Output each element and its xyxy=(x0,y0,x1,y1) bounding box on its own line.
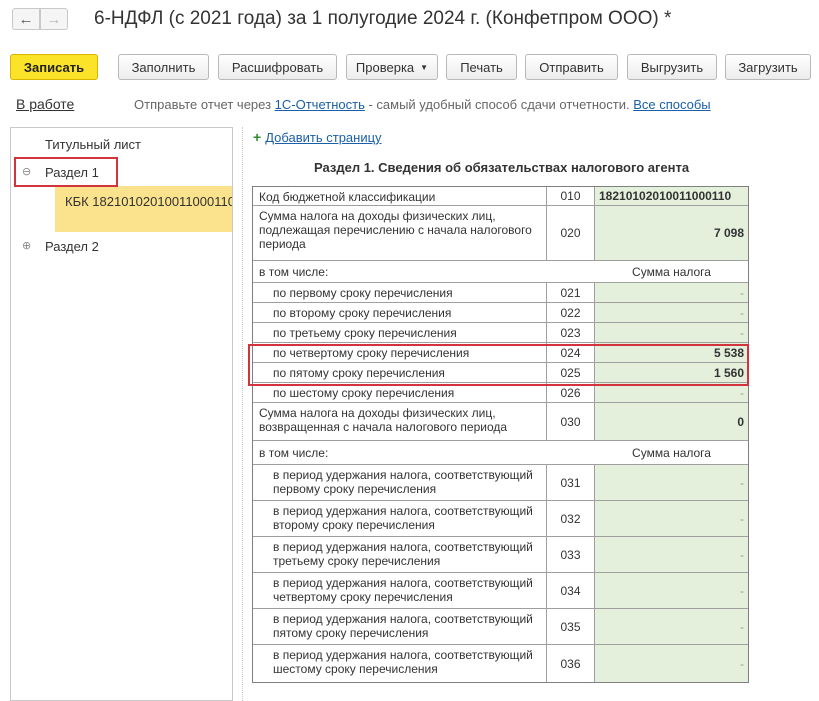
table-subheader-row: в том числе: Сумма налога xyxy=(253,261,748,283)
table-row: по второму сроку перечисления 022 - xyxy=(253,303,748,323)
toolbar: Записать Заполнить Расшифровать Проверка… xyxy=(0,54,819,80)
value-field[interactable]: - xyxy=(595,537,748,572)
row-code: 031 xyxy=(547,465,595,500)
table-row: по шестому сроку перечисления 026 - xyxy=(253,383,748,403)
expand-icon[interactable]: ⊕ xyxy=(22,239,31,252)
tree-item-kbk[interactable]: КБК 18210102010011000110 xyxy=(55,186,232,232)
value-field[interactable]: - xyxy=(595,501,748,536)
row-code: 032 xyxy=(547,501,595,536)
row-label: в том числе: xyxy=(259,446,329,460)
row-code: 033 xyxy=(547,537,595,572)
window-title: 6-НДФЛ (с 2021 года) за 1 полугодие 2024… xyxy=(94,8,672,29)
send-button[interactable]: Отправить xyxy=(525,54,618,80)
check-dropdown-button[interactable]: Проверка ▼ xyxy=(346,54,438,80)
obligations-table: Код бюджетной классификации 010 18210102… xyxy=(252,186,749,683)
decode-button[interactable]: Расшифровать xyxy=(218,54,337,80)
table-row: в период удержания налога, соответствующ… xyxy=(253,501,748,537)
row-label: в период удержания налога, соответствующ… xyxy=(253,645,547,682)
row-code: 010 xyxy=(547,187,595,205)
value-field[interactable]: - xyxy=(595,465,748,500)
export-button[interactable]: Выгрузить xyxy=(627,54,717,80)
row-code: 021 xyxy=(547,283,595,302)
check-button-label: Проверка xyxy=(355,59,415,75)
row-code: 030 xyxy=(547,403,595,440)
table-row: в период удержания налога, соответствующ… xyxy=(253,573,748,609)
row-code: 020 xyxy=(547,206,595,260)
value-column-header: Сумма налога xyxy=(547,261,748,282)
table-row: в период удержания налога, соответствующ… xyxy=(253,465,748,501)
value-field[interactable]: - xyxy=(595,609,748,644)
table-subheader-row: в том числе: Сумма налога xyxy=(253,441,748,465)
save-button[interactable]: Записать xyxy=(10,54,98,80)
table-row: в период удержания налога, соответствующ… xyxy=(253,645,748,682)
tree-item-label: КБК 18210102010011000110 xyxy=(65,194,232,209)
title-bar: ← → 6-НДФЛ (с 2021 года) за 1 полугодие … xyxy=(0,0,819,40)
add-page-label: Добавить страницу xyxy=(265,130,382,145)
row-label: в период удержания налога, соответствующ… xyxy=(253,537,547,572)
table-row: в период удержания налога, соответствующ… xyxy=(253,537,748,573)
report-form: + Добавить страницу Раздел 1. Сведения об… xyxy=(242,127,819,701)
status-info-mid: - самый удобный способ сдачи отчетности. xyxy=(364,97,634,112)
table-row: по первому сроку перечисления 021 - xyxy=(253,283,748,303)
table-row: Сумма налога на доходы физических лиц, п… xyxy=(253,206,748,261)
row-label: Сумма налога на доходы физических лиц, п… xyxy=(253,206,547,260)
value-field[interactable]: - xyxy=(595,323,748,342)
all-methods-link[interactable]: Все способы xyxy=(633,97,710,112)
status-state-link[interactable]: В работе xyxy=(16,96,74,112)
row-label: по первому сроку перечисления xyxy=(253,283,547,302)
section-title: Раздел 1. Сведения об обязательствах нал… xyxy=(314,160,690,175)
row-label: Сумма налога на доходы физических лиц, в… xyxy=(253,403,547,440)
value-field[interactable]: - xyxy=(595,573,748,608)
table-row: в период удержания налога, соответствующ… xyxy=(253,609,748,645)
status-info-prefix: Отправьте отчет через xyxy=(134,97,275,112)
fill-button[interactable]: Заполнить xyxy=(118,54,209,80)
kbk-field[interactable]: 18210102010011000110 xyxy=(595,187,748,205)
value-field[interactable]: - xyxy=(595,303,748,322)
caret-down-icon: ▼ xyxy=(420,62,429,72)
row-label: в период удержания налога, соответствующ… xyxy=(253,501,547,536)
status-bar: В работе Отправьте отчет через 1С-Отчетн… xyxy=(0,94,819,116)
value-field[interactable]: 7 098 xyxy=(595,206,748,260)
1c-reporting-link[interactable]: 1С-Отчетность xyxy=(275,97,365,112)
highlight-box-rows-024-025 xyxy=(248,344,749,386)
value-field[interactable]: 0 xyxy=(595,403,748,440)
back-arrow-icon[interactable]: ← xyxy=(12,8,40,30)
tree-item-label: Раздел 2 xyxy=(45,239,99,254)
row-label: в период удержания налога, соответствующ… xyxy=(253,609,547,644)
highlight-box-section-1 xyxy=(14,157,118,187)
table-row: по третьему сроку перечисления 023 - xyxy=(253,323,748,343)
print-button[interactable]: Печать xyxy=(446,54,517,80)
row-code: 022 xyxy=(547,303,595,322)
status-info: Отправьте отчет через 1С-Отчетность - са… xyxy=(134,97,711,112)
row-code: 035 xyxy=(547,609,595,644)
value-column-header: Сумма налога xyxy=(547,441,748,464)
table-row: Код бюджетной классификации 010 18210102… xyxy=(253,187,748,206)
row-label: по второму сроку перечисления xyxy=(253,303,547,322)
plus-icon: + xyxy=(253,129,262,145)
row-label: в период удержания налога, соответствующ… xyxy=(253,573,547,608)
value-field[interactable]: - xyxy=(595,283,748,302)
table-row: Сумма налога на доходы физических лиц, в… xyxy=(253,403,748,441)
row-label: по третьему сроку перечисления xyxy=(253,323,547,342)
row-label: в период удержания налога, соответствующ… xyxy=(253,465,547,500)
row-label: Код бюджетной классификации xyxy=(253,187,547,205)
forward-arrow-icon[interactable]: → xyxy=(40,8,68,30)
tree-item-label: Титульный лист xyxy=(45,137,142,152)
import-button[interactable]: Загрузить xyxy=(725,54,811,80)
row-code: 036 xyxy=(547,645,595,682)
row-code: 023 xyxy=(547,323,595,342)
add-page-link[interactable]: + Добавить страницу xyxy=(253,129,382,145)
row-code: 034 xyxy=(547,573,595,608)
value-field[interactable]: - xyxy=(595,645,748,682)
sections-tree: Титульный лист ⊖ Раздел 1 КБК 1821010201… xyxy=(10,127,233,701)
row-label: в том числе: xyxy=(259,265,329,279)
